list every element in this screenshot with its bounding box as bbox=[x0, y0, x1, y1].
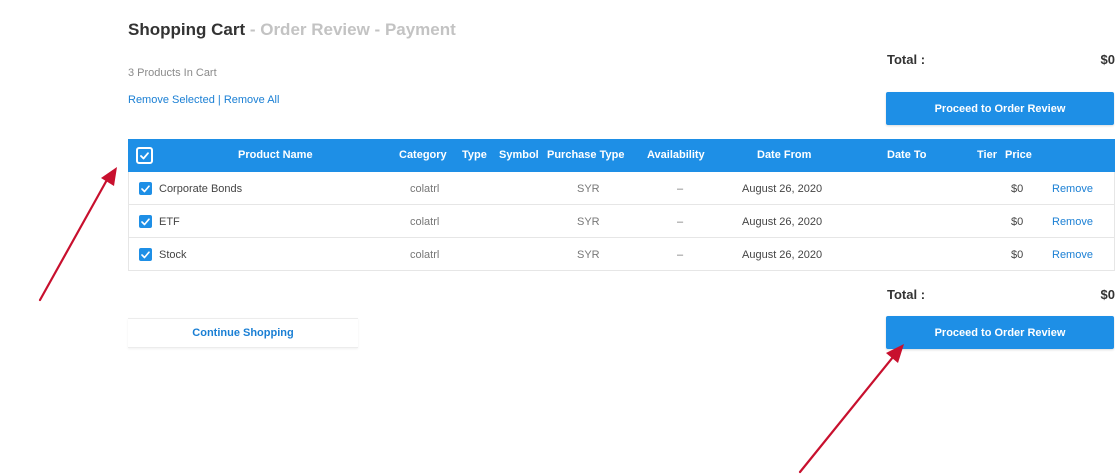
arrow-icon bbox=[798, 344, 904, 474]
annotation-arrows bbox=[38, 167, 904, 474]
arrow-icon bbox=[38, 167, 117, 302]
